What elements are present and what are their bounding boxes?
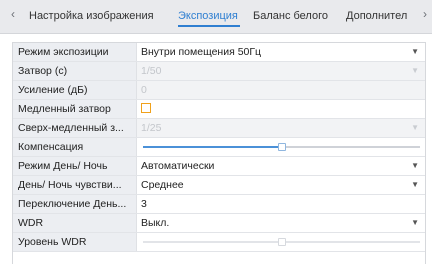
gain-input[interactable]: 0	[137, 81, 425, 99]
gain-value: 0	[141, 84, 147, 96]
exposure-mode-value: Внутри помещения 50Гц	[141, 46, 262, 58]
super-slow-shutter-label: Сверх-медленный з...	[13, 119, 137, 137]
row-wdr: WDR Выкл. ▼	[13, 214, 425, 233]
chevron-right-icon[interactable]: ›	[423, 6, 427, 22]
gain-label: Усиление (дБ)	[13, 81, 137, 99]
wdr-level-slider-fill	[143, 241, 282, 243]
wdr-level-slider	[137, 233, 425, 251]
wdr-level-label: Уровень WDR	[13, 233, 137, 251]
wdr-level-slider-thumb[interactable]	[277, 238, 286, 246]
shutter-label: Затвор (с)	[13, 62, 137, 80]
caret-down-icon: ▼	[411, 66, 419, 75]
wdr-value: Выкл.	[141, 217, 170, 229]
day-night-switch-label: Переключение День...	[13, 195, 137, 213]
row-shutter: Затвор (с) 1/50 ▼	[13, 62, 425, 81]
row-day-night-sensitivity: День/ Ночь чувстви... Среднее ▼	[13, 176, 425, 195]
shutter-value: 1/50	[141, 65, 162, 77]
tab-bar: ‹ Настройка изображения Экспозиция Балан…	[0, 0, 432, 34]
tab-exposure[interactable]: Экспозиция	[178, 7, 238, 25]
caret-down-icon: ▼	[411, 123, 419, 132]
compensation-slider	[137, 138, 425, 156]
row-compensation: Компенсация	[13, 138, 425, 157]
day-night-sensitivity-label: День/ Ночь чувстви...	[13, 176, 137, 194]
day-night-mode-label: Режим День/ Ночь	[13, 157, 137, 175]
day-night-switch-input[interactable]: 3	[137, 195, 425, 213]
compensation-slider-track[interactable]	[143, 143, 420, 151]
tab-white-balance[interactable]: Баланс белого	[253, 7, 328, 25]
compensation-slider-thumb[interactable]	[277, 143, 286, 151]
row-slow-shutter: Медленный затвор	[13, 100, 425, 119]
caret-down-icon: ▼	[411, 47, 419, 56]
row-day-night-switch: Переключение День... 3	[13, 195, 425, 214]
exposure-settings-panel: Режим экспозиции Внутри помещения 50Гц ▼…	[12, 42, 426, 264]
day-night-sensitivity-select[interactable]: Среднее ▼	[137, 176, 425, 194]
compensation-slider-fill	[143, 146, 282, 148]
caret-down-icon: ▼	[411, 161, 419, 170]
row-wdr-level: Уровень WDR	[13, 233, 425, 252]
active-tab-indicator	[178, 25, 240, 27]
day-night-mode-value: Автоматически	[141, 160, 215, 172]
shutter-select[interactable]: 1/50 ▼	[137, 62, 425, 80]
day-night-mode-select[interactable]: Автоматически ▼	[137, 157, 425, 175]
exposure-mode-select[interactable]: Внутри помещения 50Гц ▼	[137, 43, 425, 61]
wdr-label: WDR	[13, 214, 137, 232]
row-super-slow-shutter: Сверх-медленный з... 1/25 ▼	[13, 119, 425, 138]
compensation-label: Компенсация	[13, 138, 137, 156]
exposure-mode-label: Режим экспозиции	[13, 43, 137, 61]
caret-down-icon: ▼	[411, 180, 419, 189]
super-slow-shutter-value: 1/25	[141, 122, 162, 134]
slow-shutter-checkbox[interactable]	[141, 103, 151, 113]
super-slow-shutter-select[interactable]: 1/25 ▼	[137, 119, 425, 137]
day-night-sensitivity-value: Среднее	[141, 179, 184, 191]
wdr-level-slider-track[interactable]	[143, 238, 420, 246]
row-exposure-mode: Режим экспозиции Внутри помещения 50Гц ▼	[13, 43, 425, 62]
row-gain: Усиление (дБ) 0	[13, 81, 425, 100]
caret-down-icon: ▼	[411, 218, 419, 227]
slow-shutter-label: Медленный затвор	[13, 100, 137, 118]
tab-advanced[interactable]: Дополнител	[346, 7, 407, 25]
tab-image-settings[interactable]: Настройка изображения	[29, 7, 154, 25]
tabs-strip: Настройка изображения Экспозиция Баланс …	[0, 7, 420, 29]
wdr-select[interactable]: Выкл. ▼	[137, 214, 425, 232]
day-night-switch-value: 3	[141, 198, 147, 210]
slow-shutter-field	[137, 100, 425, 118]
row-day-night-mode: Режим День/ Ночь Автоматически ▼	[13, 157, 425, 176]
